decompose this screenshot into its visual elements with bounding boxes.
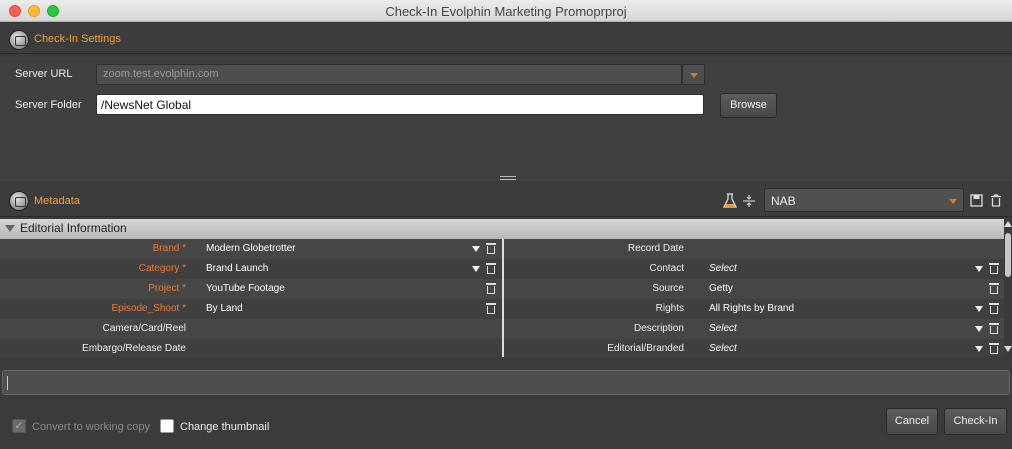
collapse-fields-icon[interactable] xyxy=(742,194,756,208)
field-value[interactable]: Select xyxy=(709,323,737,334)
server-folder-input[interactable]: /NewsNet Global xyxy=(96,94,704,115)
chevron-down-icon[interactable] xyxy=(975,306,983,312)
comment-input[interactable] xyxy=(2,370,1010,395)
trash-icon[interactable] xyxy=(989,303,999,314)
flask-icon[interactable] xyxy=(723,193,737,209)
field-label: Source xyxy=(652,283,684,294)
trash-icon[interactable] xyxy=(989,343,999,354)
trash-icon[interactable] xyxy=(486,303,496,314)
metadata-title: Metadata xyxy=(34,195,80,207)
change-thumbnail-checkbox[interactable] xyxy=(160,419,174,433)
chevron-down-icon[interactable] xyxy=(975,346,983,352)
save-icon[interactable] xyxy=(970,194,983,207)
field-label: Contact xyxy=(649,263,684,274)
field-value[interactable]: YouTube Footage xyxy=(206,283,285,294)
metadata-scrollbar[interactable] xyxy=(1004,219,1012,357)
field-value[interactable]: Select xyxy=(709,343,737,354)
field-label: Editorial/Branded xyxy=(607,343,684,354)
chevron-down-icon[interactable] xyxy=(472,246,480,252)
chevron-down-icon[interactable] xyxy=(975,266,983,272)
scroll-up-icon[interactable] xyxy=(1004,221,1012,227)
field-value[interactable]: Modern Globetrotter xyxy=(206,243,296,254)
checkin-settings-header: Check-In Settings xyxy=(0,24,1012,54)
server-url-dropdown-button[interactable] xyxy=(682,64,705,85)
server-folder-label: Server Folder xyxy=(15,99,82,111)
field-value[interactable]: All Rights by Brand xyxy=(709,303,794,314)
convert-working-copy-checkbox[interactable]: ✓ xyxy=(12,419,26,433)
checkin-settings-icon xyxy=(9,30,29,50)
field-label: Project * xyxy=(148,283,186,294)
chevron-down-icon[interactable] xyxy=(975,326,983,332)
chevron-down-icon[interactable] xyxy=(472,266,480,272)
metadata-template-select[interactable]: NAB xyxy=(764,188,964,212)
check-in-button[interactable]: Check-In xyxy=(944,408,1007,435)
trash-icon[interactable] xyxy=(486,263,496,274)
metadata-icon xyxy=(9,191,29,211)
trash-icon[interactable] xyxy=(989,283,999,294)
field-label: Rights xyxy=(655,303,684,314)
change-thumbnail-label: Change thumbnail xyxy=(180,421,270,433)
trash-icon[interactable] xyxy=(486,243,496,254)
trash-icon[interactable] xyxy=(989,323,999,334)
field-value[interactable]: Brand Launch xyxy=(206,263,268,274)
field-value[interactable]: Select xyxy=(709,263,737,274)
scroll-down-icon[interactable] xyxy=(1004,346,1012,352)
trash-icon[interactable] xyxy=(989,263,999,274)
column-divider xyxy=(502,239,504,357)
editorial-information-group[interactable]: Editorial Information xyxy=(0,219,1004,239)
field-label: Embargo/Release Date xyxy=(82,343,186,354)
field-label: Episode_Shoot * xyxy=(111,303,186,314)
field-label: Description xyxy=(633,323,684,334)
title-bar: Check-In Evolphin Marketing Promoprproj xyxy=(0,0,1012,22)
field-label: Category * xyxy=(138,263,186,274)
cancel-button[interactable]: Cancel xyxy=(886,408,938,435)
field-value[interactable]: Getty xyxy=(709,283,733,294)
scrollbar-thumb[interactable] xyxy=(1005,233,1011,277)
field-label: Record Date xyxy=(627,243,684,254)
convert-working-copy-label: Convert to working copy xyxy=(32,421,150,433)
checkin-settings-title: Check-In Settings xyxy=(34,33,121,45)
trash-icon[interactable] xyxy=(486,283,496,294)
panel-splitter-handle[interactable] xyxy=(500,176,516,182)
field-label: Brand * xyxy=(152,243,186,254)
field-label: Camera/Card/Reel xyxy=(102,323,186,334)
server-url-label: Server URL xyxy=(15,68,73,80)
field-value[interactable]: By Land xyxy=(206,303,243,314)
server-url-field[interactable]: zoom.test.evolphin.com xyxy=(96,64,682,85)
browse-button[interactable]: Browse xyxy=(720,93,777,118)
window-title: Check-In Evolphin Marketing Promoprproj xyxy=(385,4,627,19)
delete-template-icon[interactable] xyxy=(990,194,1002,207)
